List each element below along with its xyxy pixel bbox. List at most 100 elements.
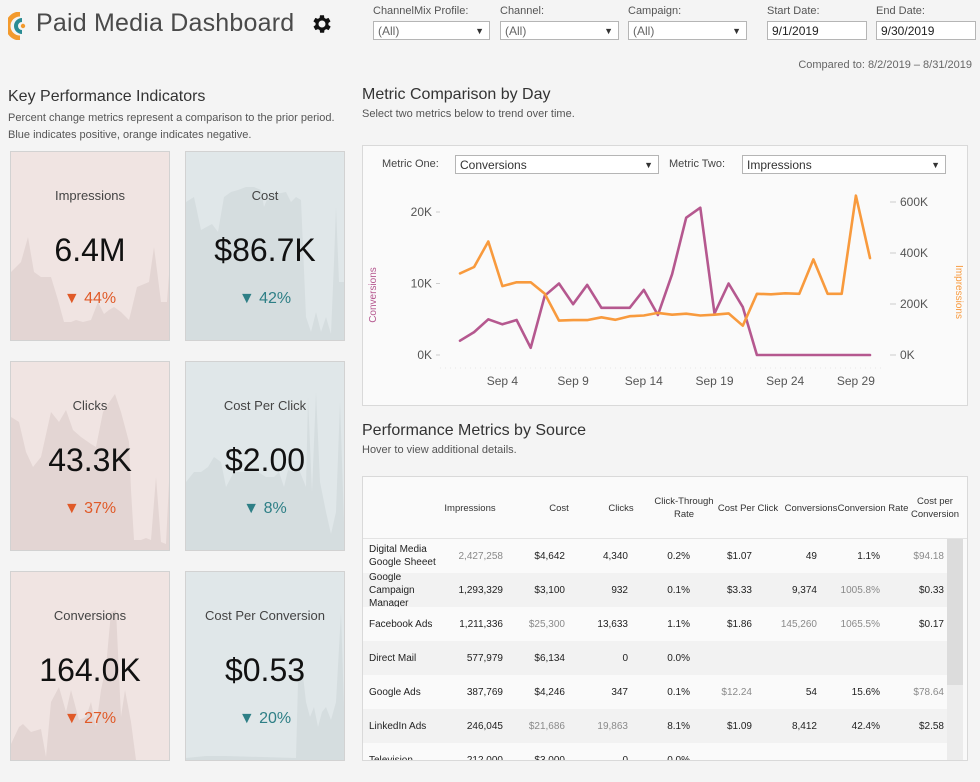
data-point-impressions <box>869 257 871 259</box>
table-cell: 0 <box>622 754 628 761</box>
table-row[interactable]: Facebook Ads 1,211,336 $25,300 13,633 1.1% $1… <box>363 607 947 641</box>
table-body: Digital Media Google Sheeet 2,427,258 $4,6… <box>363 539 947 761</box>
kpi-change: ▼ 44% <box>63 290 117 307</box>
table-row[interactable]: Google Ads 387,769 $4,246 347 0.1% $12.24 54 15… <box>363 675 947 709</box>
data-point-conversions <box>755 354 758 356</box>
kpi-name: Cost <box>251 188 279 203</box>
scrollbar-thumb[interactable] <box>947 539 963 685</box>
table-row[interactable]: Television 212,000 $3,000 0 0.0% <box>363 743 947 761</box>
data-point-conversions <box>628 306 631 309</box>
table-cell: 0.0% <box>667 652 690 664</box>
column-header[interactable]: Click-Through Rate <box>648 477 720 539</box>
table-cell: $3,000 <box>534 754 565 761</box>
data-point-impressions <box>755 292 758 295</box>
table-cell: $4,642 <box>534 550 565 562</box>
metric-comparison-chart[interactable]: 0K 10K 20K 0K 200K 400K 600K Conversions Impress… <box>362 180 968 405</box>
data-point-conversions <box>741 306 744 308</box>
table-cell: 387,769 <box>466 686 503 698</box>
y-right-tick-label: 400K <box>900 246 928 260</box>
metric-one-dropdown[interactable]: Conversions ▼ <box>455 155 659 174</box>
data-point-conversions <box>784 354 787 356</box>
kpi-card-cost-per-click[interactable]: Cost Per Click $2.00 ▼ 8% <box>185 361 345 551</box>
channel-filter-dropdown[interactable]: (All) ▼ <box>500 21 619 40</box>
table-cell: 8.1% <box>667 720 690 732</box>
table-row[interactable]: Digital Media Google Sheeet 2,427,258 $4,6… <box>363 539 947 573</box>
table-cell: $6,134 <box>534 652 565 664</box>
data-point-impressions <box>713 313 716 316</box>
column-header[interactable]: Cost per Conversion <box>899 477 967 539</box>
column-header[interactable]: Clicks <box>585 477 657 539</box>
table-cell: 246,045 <box>466 720 503 732</box>
kpi-card-conversions[interactable]: Conversions 164.0K ▼ 27% <box>10 571 170 761</box>
data-point-impressions <box>473 266 476 268</box>
x-tick-label: Sep 9 <box>557 374 589 388</box>
kpi-card-cost-per-conversion[interactable]: Cost Per Conversion $0.53 ▼ 20% <box>185 571 345 761</box>
data-point-impressions <box>529 281 532 284</box>
start-date-input[interactable]: 9/1/2019 <box>767 21 867 40</box>
table-cell <box>874 743 944 760</box>
y-left-tick-label: 10K <box>411 277 432 291</box>
data-point-impressions <box>558 319 560 322</box>
table-cell: 0 <box>622 652 628 664</box>
channel-filter-value: (All) <box>505 24 527 38</box>
chevron-down-icon: ▼ <box>644 160 653 170</box>
kpi-card-impressions[interactable]: Impressions 6.4M ▼ 44% <box>10 151 170 341</box>
start-date-label: Start Date: <box>767 5 820 17</box>
data-point-conversions <box>529 346 532 349</box>
table-cell: $21,686 <box>528 720 565 732</box>
table-cell <box>747 641 817 675</box>
table-cell: 1.1% <box>857 550 880 562</box>
data-point-conversions <box>826 354 829 356</box>
table-row[interactable]: Google Campaign Manager 1,293,329 $3,100 93… <box>363 573 947 607</box>
table-cell: 1.1% <box>667 618 690 630</box>
chevron-down-icon: ▼ <box>604 26 613 36</box>
data-point-conversions <box>685 216 688 219</box>
y-right-tick-label: 200K <box>900 297 928 311</box>
data-point-impressions <box>671 313 673 316</box>
end-date-input[interactable]: 9/30/2019 <box>876 21 976 40</box>
table-header: Impressions Cost Clicks Click-Through Rate C… <box>363 477 967 539</box>
table-cell: 932 <box>611 584 628 596</box>
table-cell: 145,260 <box>780 618 817 630</box>
data-point-conversions <box>671 273 673 276</box>
data-point-impressions <box>812 258 815 261</box>
kpi-card-clicks[interactable]: Clicks 43.3K ▼ 37% <box>10 361 170 551</box>
table-cell: 13,633 <box>597 618 628 630</box>
table-cell: 19,863 <box>597 720 628 732</box>
metric-two-dropdown[interactable]: Impressions ▼ <box>742 155 946 174</box>
kpi-value: 6.4M <box>54 232 126 268</box>
kpi-change: ▼ 8% <box>243 500 287 517</box>
kpi-card-cost[interactable]: Cost $86.7K ▼ 42% <box>185 151 345 341</box>
table-cell: $0.17 <box>918 618 944 630</box>
table-cell <box>682 641 752 675</box>
profile-filter-dropdown[interactable]: (All) ▼ <box>373 21 490 40</box>
campaign-filter-dropdown[interactable]: (All) ▼ <box>628 21 747 40</box>
metric-comparison-title: Metric Comparison by Day <box>362 86 551 103</box>
data-point-conversions <box>586 284 589 286</box>
data-point-impressions <box>586 319 589 321</box>
column-header[interactable]: Impressions <box>434 477 506 539</box>
table-cell: 0.1% <box>667 686 690 698</box>
table-row[interactable]: Direct Mail 577,979 $6,134 0 0.0% <box>363 641 947 675</box>
data-point-conversions <box>487 318 490 321</box>
data-point-impressions <box>459 272 461 275</box>
y-right-tick-label: 0K <box>900 348 915 362</box>
data-point-impressions <box>642 314 645 317</box>
table-cell: 42.4% <box>851 720 880 732</box>
data-point-conversions <box>854 354 857 356</box>
data-point-impressions <box>572 319 575 321</box>
kpi-change: ▼ 42% <box>238 290 292 307</box>
table-scrollbar[interactable] <box>947 539 963 760</box>
series-line-impressions <box>458 194 872 327</box>
table-cell: $2.58 <box>918 720 944 732</box>
y-left-tick-label: 20K <box>411 205 432 219</box>
x-tick-label: Sep 19 <box>695 374 733 388</box>
data-point-conversions <box>501 323 504 326</box>
x-tick-label: Sep 29 <box>837 374 875 388</box>
data-point-impressions <box>543 292 546 295</box>
gear-icon[interactable] <box>310 12 334 36</box>
table-cell: 1065.5% <box>840 618 880 630</box>
metric-one-label: Metric One: <box>382 158 439 170</box>
table-row[interactable]: LinkedIn Ads 246,045 $21,686 19,863 8.1% $1.0… <box>363 709 947 743</box>
column-header[interactable]: Cost Per Click <box>712 477 784 539</box>
